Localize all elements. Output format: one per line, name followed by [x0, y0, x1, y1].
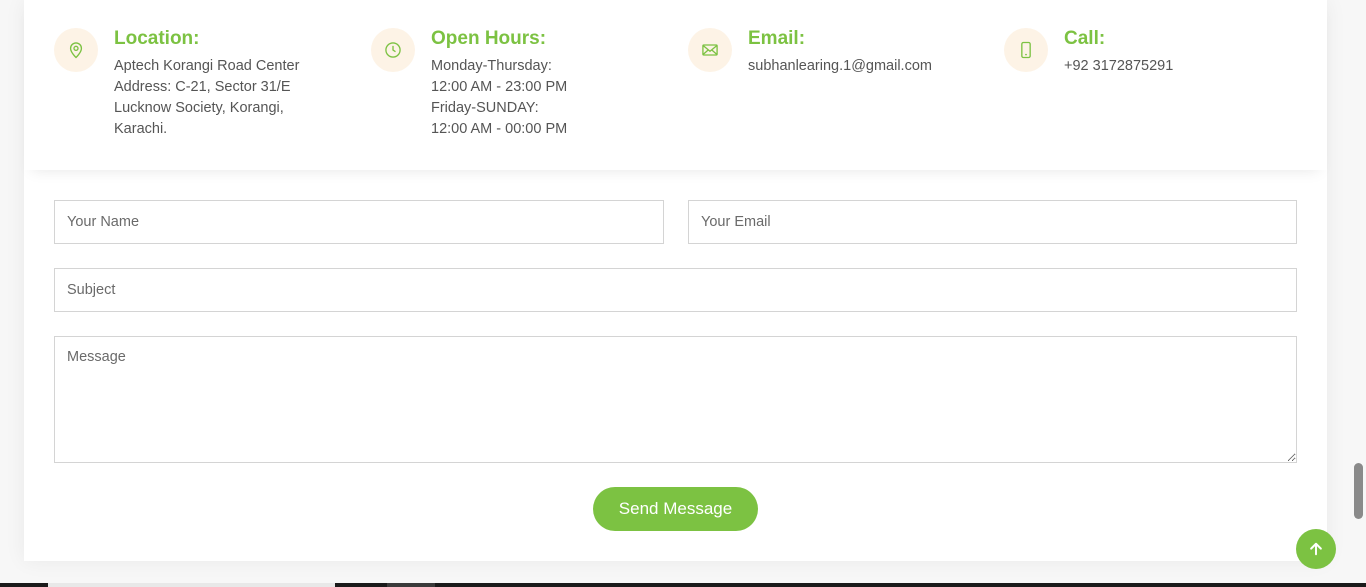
location-address: Aptech Korangi Road Center Address: C-21… — [114, 56, 299, 140]
location-title: Location: — [114, 28, 200, 49]
email-value[interactable]: subhanlearing.1@gmail.com — [748, 56, 932, 77]
email-title: Email: — [748, 28, 806, 49]
location-line: Aptech Korangi Road Center — [114, 58, 300, 74]
contact-page: Location: Aptech Korangi Road Center Add… — [0, 0, 1366, 587]
taskbar-segment — [387, 583, 435, 587]
map-pin-icon — [54, 28, 98, 72]
hours-list: Monday-Thursday: 12:00 AM - 23:00 PM Fri… — [431, 56, 567, 140]
envelope-icon — [688, 28, 732, 72]
scrollbar-thumb[interactable] — [1354, 463, 1363, 519]
taskbar-edge — [0, 583, 1366, 587]
arrow-up-icon — [1310, 542, 1322, 556]
call-value[interactable]: +92 3172875291 — [1064, 56, 1173, 77]
email-address[interactable]: subhanlearing.1@gmail.com — [748, 56, 932, 77]
send-message-button[interactable]: Send Message — [593, 487, 758, 531]
contact-card: Location: Aptech Korangi Road Center Add… — [24, 0, 1327, 561]
hours-line: Friday-SUNDAY: — [431, 100, 539, 116]
clock-icon — [371, 28, 415, 72]
hours-line: Monday-Thursday: — [431, 58, 552, 74]
location-line: Karachi. — [114, 121, 168, 137]
email-input[interactable] — [688, 200, 1297, 244]
contact-info-strip: Location: Aptech Korangi Road Center Add… — [24, 0, 1327, 170]
subject-input[interactable] — [54, 268, 1297, 312]
hours-title: Open Hours: — [431, 28, 547, 49]
name-input[interactable] — [54, 200, 664, 244]
message-textarea[interactable] — [54, 336, 1297, 463]
phone-icon — [1004, 28, 1048, 72]
taskbar-segment — [48, 583, 335, 587]
location-line: Address: C-21, Sector 31/E — [114, 79, 291, 95]
location-line: Lucknow Society, Korangi, — [114, 100, 284, 116]
call-title: Call: — [1064, 28, 1106, 49]
back-to-top-button[interactable] — [1296, 529, 1336, 569]
phone-number[interactable]: +92 3172875291 — [1064, 56, 1173, 77]
hours-line: 12:00 AM - 00:00 PM — [431, 121, 568, 137]
hours-line: 12:00 AM - 23:00 PM — [431, 79, 568, 95]
